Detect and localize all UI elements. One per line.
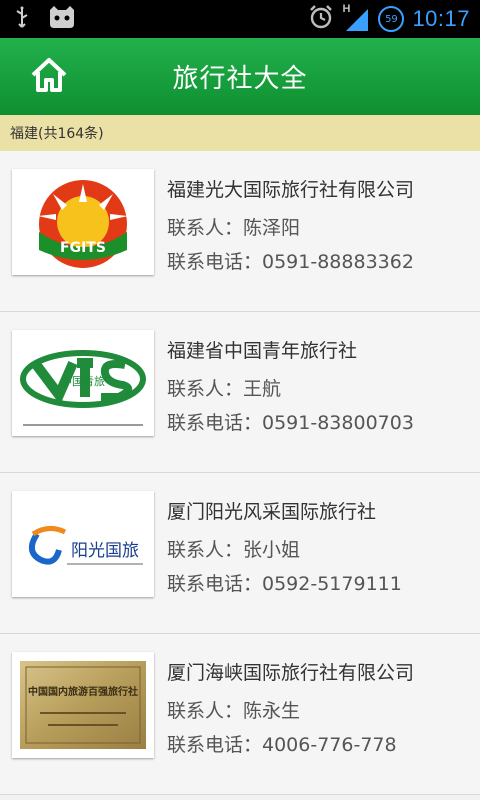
- agency-contact: 联系人：陈永生: [167, 700, 301, 722]
- agency-logo: 中国青旅: [12, 330, 154, 436]
- agency-list: FGITS 福建光大国际旅行社有限公司 联系人：陈泽阳 联系电话：0591-88…: [0, 151, 480, 795]
- agency-contact: 联系人：王航: [167, 378, 282, 400]
- agency-contact: 联系人：陈泽阳: [167, 217, 301, 239]
- battery-icon: 59: [378, 6, 405, 32]
- agency-item[interactable]: 中国国内旅游百强旅行社 厦门海峡国际旅行社有限公司 联系人：陈永生 联系电话：4…: [0, 634, 480, 795]
- agency-item[interactable]: 阳光国旅 厦门阳光风采国际旅行社 联系人：张小姐 联系电话：0592-51791…: [0, 473, 480, 634]
- agency-phone[interactable]: 联系电话：0592-5179111: [167, 569, 402, 596]
- logo-text: 阳光国旅: [71, 541, 139, 561]
- logo-text: 中国国内旅游百强旅行社: [28, 685, 138, 698]
- signal-icon: H: [342, 3, 370, 33]
- agency-name: 福建省中国青年旅行社: [167, 340, 358, 362]
- filter-label: 福建(共164条): [10, 126, 104, 142]
- logo-text: FGITS: [60, 240, 106, 256]
- agency-item[interactable]: 中国青旅 福建省中国青年旅行社 联系人：王航 联系电话：0591-8380070…: [0, 312, 480, 473]
- android-debug-icon: [48, 6, 76, 34]
- agency-name: 厦门海峡国际旅行社有限公司: [167, 662, 415, 684]
- agency-phone[interactable]: 联系电话：4006-776-778: [167, 730, 397, 757]
- usb-icon: [14, 6, 30, 34]
- agency-contact: 联系人：张小姐: [167, 539, 301, 561]
- status-bar: H 59 10:17: [0, 0, 480, 38]
- alarm-icon: [308, 4, 334, 34]
- clock: 10:17: [412, 6, 470, 31]
- region-filter: 福建(共164条): [0, 115, 480, 151]
- agency-logo: FGITS: [12, 169, 154, 275]
- agency-name: 福建光大国际旅行社有限公司: [167, 179, 415, 201]
- agency-name: 厦门阳光风采国际旅行社: [167, 501, 377, 523]
- page-title: 旅行社大全: [172, 64, 308, 94]
- agency-phone[interactable]: 联系电话：0591-88883362: [167, 247, 414, 274]
- agency-item[interactable]: FGITS 福建光大国际旅行社有限公司 联系人：陈泽阳 联系电话：0591-88…: [0, 151, 480, 312]
- agency-logo: 中国国内旅游百强旅行社: [12, 652, 154, 758]
- battery-level: 59: [385, 13, 398, 25]
- agency-phone[interactable]: 联系电话：0591-83800703: [167, 408, 414, 435]
- logo-text: 中国青旅: [61, 374, 105, 388]
- app-bar: 旅行社大全: [0, 38, 480, 116]
- agency-logo: 阳光国旅: [12, 491, 154, 597]
